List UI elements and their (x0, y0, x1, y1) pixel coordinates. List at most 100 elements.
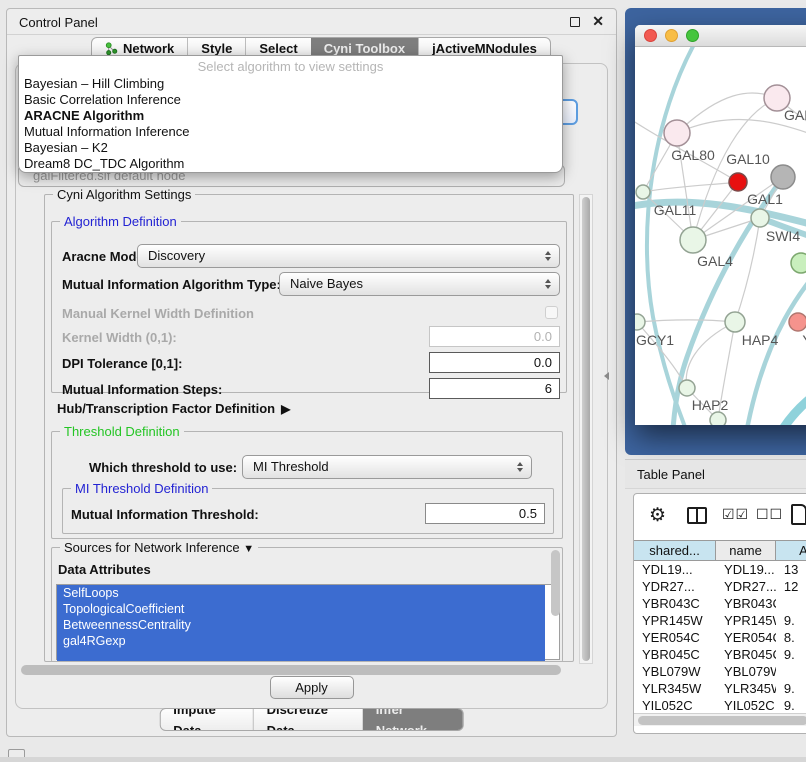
minimize-traffic-light-icon[interactable] (665, 29, 678, 42)
table-panel-title: Table Panel (637, 467, 705, 482)
which-threshold-value: MI Threshold (253, 459, 329, 474)
attribute-item[interactable]: TopologicalCoefficient (57, 601, 545, 617)
columns-icon[interactable] (687, 507, 707, 524)
table-panel-titlebar: Table Panel (625, 459, 806, 489)
tab-infer-network[interactable]: Infer Network (363, 709, 463, 730)
attribute-item[interactable]: SelfLoops (57, 585, 545, 601)
mi-threshold-field[interactable]: 0.5 (425, 503, 545, 524)
kernel-width-label: Kernel Width (0,1): (62, 330, 177, 345)
tab-impute-data[interactable]: Impute Data (160, 709, 252, 730)
table-row[interactable]: YPR145W YPR145W 9. (634, 612, 806, 629)
node-gal80[interactable] (664, 120, 690, 146)
column-header[interactable]: name (716, 541, 776, 560)
algorithm-definition-title: Algorithm Definition (60, 214, 181, 229)
node-label: GCY1 (636, 332, 674, 348)
bottom-strip (0, 757, 806, 762)
dropdown-item[interactable]: Bayesian – K2 (19, 140, 562, 156)
manual-kernel-checkbox[interactable] (545, 306, 558, 319)
dropdown-item-selected[interactable]: ARACNE Algorithm (19, 108, 562, 124)
hub-definition-expander[interactable]: Hub/Transcription Factor Definition▶ (57, 401, 290, 416)
mi-threshold-title: MI Threshold Definition (71, 481, 212, 496)
table-row[interactable]: YBR045C YBR045C 9. (634, 646, 806, 663)
table-toolbar: ⚙ ☑☑ ☐☐ (634, 502, 806, 532)
node-hap4[interactable] (725, 312, 745, 332)
attributes-scrollbar[interactable] (551, 550, 560, 616)
mi-threshold-group: MI Threshold Definition Mutual Informati… (62, 488, 554, 534)
settings-vscrollbar[interactable] (579, 194, 593, 664)
node-label: GAL4 (697, 253, 733, 269)
column-header[interactable]: A (776, 541, 806, 560)
aracne-mode-label: Aracne Mode: (62, 249, 148, 264)
node-gal4[interactable] (680, 227, 706, 253)
node-gal10-red[interactable] (729, 173, 747, 191)
table-hscroll-thumb[interactable] (638, 716, 806, 725)
deselect-all-checkboxes-icon[interactable]: ☐☐ (756, 506, 783, 523)
sources-title[interactable]: Sources for Network Inference ▼ (60, 540, 258, 555)
node-gray[interactable] (771, 165, 795, 189)
dropdown-item[interactable]: Mutual Information Inference (19, 124, 562, 140)
dropdown-item[interactable]: Bayesian – Hill Climbing (19, 76, 562, 92)
mi-steps-label: Mutual Information Steps: (62, 382, 222, 397)
dropdown-item[interactable]: Basic Correlation Inference (19, 92, 562, 108)
table-body: YDL19... YDL19... 13 YDR27... YDR27... 1… (634, 561, 806, 711)
node[interactable] (636, 185, 650, 199)
node-label: GAL1 (747, 191, 783, 207)
table-hscrollbar[interactable] (634, 713, 806, 726)
network-icon (105, 42, 118, 55)
sources-group: Sources for Network Inference ▼ Data Att… (51, 547, 563, 662)
node-label: GAL80 (671, 147, 715, 163)
select-all-checkboxes-icon[interactable]: ☑☑ (722, 506, 749, 523)
combo-arrows-icon (517, 462, 523, 472)
gear-icon[interactable]: ⚙ (649, 504, 666, 527)
hub-definition-label: Hub/Transcription Factor Definition (57, 401, 275, 416)
splitter-collapse-icon[interactable] (604, 372, 609, 380)
close-icon[interactable]: ✕ (592, 13, 604, 30)
kernel-width-field[interactable]: 0.0 (429, 326, 560, 347)
node-hap2[interactable] (679, 380, 695, 396)
attribute-item[interactable]: BetweennessCentrality (57, 617, 545, 633)
table-row[interactable]: YBR043C YBR043C (634, 595, 806, 612)
apply-button[interactable]: Apply (270, 676, 354, 699)
collapse-arrow-icon: ▼ (243, 543, 254, 555)
aracne-mode-select[interactable]: Discovery (137, 244, 560, 268)
dropdown-item[interactable]: Dream8 DC_TDC Algorithm (19, 156, 562, 172)
attribute-item-partial[interactable] (57, 649, 545, 661)
settings-hscrollbar[interactable] (19, 664, 575, 676)
network-window[interactable]: GAL80 GAL10 GAL11 GAL1 SWI4 GAL4 GCY1 HA… (635, 25, 806, 425)
panel-title: Control Panel (19, 15, 98, 30)
export-table-icon[interactable] (791, 504, 806, 525)
mi-algorithm-type-select[interactable]: Naive Bayes (279, 272, 560, 296)
which-threshold-select[interactable]: MI Threshold (242, 455, 532, 479)
table-row[interactable]: YDL19... YDL19... 13 (634, 561, 806, 578)
node-label: Y (802, 332, 806, 348)
float-window-icon[interactable] (570, 17, 580, 27)
table-row[interactable]: YER054C YER054C 8. (634, 629, 806, 646)
node-gal1[interactable] (751, 209, 769, 227)
zoom-traffic-light-icon[interactable] (686, 29, 699, 42)
node-gcy1[interactable] (635, 314, 645, 330)
dpi-tolerance-field[interactable]: 0.0 (429, 352, 560, 373)
table-row[interactable]: YIL052C YIL052C 9. (634, 697, 806, 711)
node-label: HAP2 (692, 397, 729, 413)
network-window-titlebar (635, 25, 806, 47)
node-salmon[interactable] (789, 313, 806, 331)
node-label: GAL (784, 107, 806, 123)
settings-hscroll-thumb[interactable] (21, 665, 561, 675)
settings-vscroll-thumb[interactable] (582, 197, 590, 661)
mi-type-value: Naive Bayes (290, 276, 363, 291)
table-row[interactable]: YLR345W YLR345W 9. (634, 680, 806, 697)
table-row[interactable]: YBL079W YBL079W (634, 663, 806, 680)
algorithm-dropdown-popup: Select algorithm to view settings Bayesi… (18, 55, 563, 173)
mi-steps-field[interactable]: 6 (429, 378, 560, 399)
network-canvas[interactable]: GAL80 GAL10 GAL11 GAL1 SWI4 GAL4 GCY1 HA… (635, 47, 806, 425)
aracne-mode-value: Discovery (148, 248, 205, 263)
attribute-item[interactable]: gal4RGexp (57, 633, 545, 649)
node-green[interactable] (791, 253, 806, 273)
mi-type-label: Mutual Information Algorithm Type: (62, 277, 281, 292)
table-row[interactable]: YDR27... YDR27... 12 (634, 578, 806, 595)
tab-discretize-data[interactable]: Discretize Data (253, 709, 363, 730)
table-header-row: shared... name A (634, 540, 806, 561)
node[interactable] (710, 412, 726, 425)
column-header[interactable]: shared... (634, 541, 716, 560)
close-traffic-light-icon[interactable] (644, 29, 657, 42)
